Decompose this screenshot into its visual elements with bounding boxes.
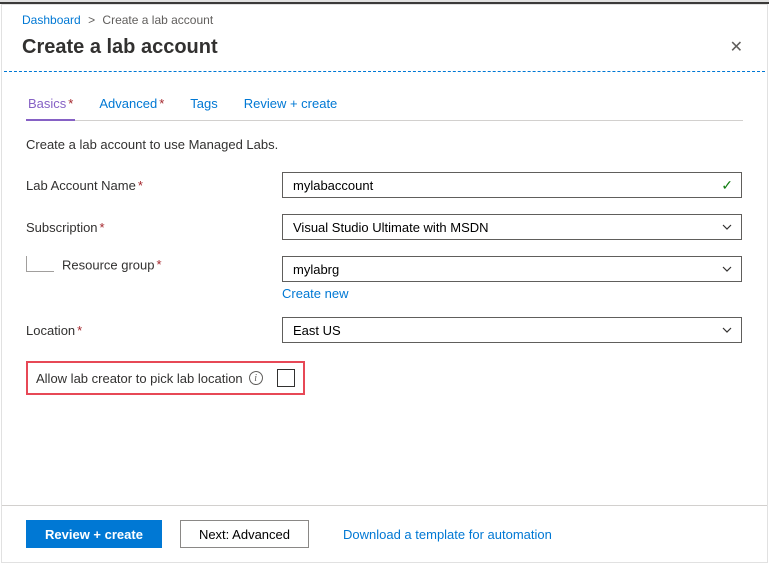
tab-tags[interactable]: Tags bbox=[188, 90, 219, 121]
allow-pick-location-checkbox[interactable] bbox=[277, 369, 295, 387]
lab-account-name-input-wrap[interactable]: ✓ bbox=[282, 172, 742, 198]
subscription-select[interactable] bbox=[282, 214, 742, 240]
tree-connector-icon bbox=[26, 256, 54, 272]
required-indicator: * bbox=[68, 96, 73, 111]
breadcrumb-separator: > bbox=[88, 13, 95, 27]
lab-account-name-input[interactable] bbox=[291, 177, 721, 194]
label-location: Location* bbox=[26, 323, 282, 338]
divider-dashed bbox=[4, 71, 765, 72]
allow-pick-location-highlight: Allow lab creator to pick lab location i bbox=[26, 361, 305, 395]
label-allow-pick-location: Allow lab creator to pick lab location bbox=[36, 371, 243, 386]
subscription-value bbox=[291, 219, 721, 236]
info-icon[interactable]: i bbox=[249, 371, 263, 385]
tabs: Basics* Advanced* Tags Review + create bbox=[26, 90, 743, 121]
label-resource-group: Resource group* bbox=[26, 256, 282, 276]
label-subscription: Subscription* bbox=[26, 220, 282, 235]
chevron-down-icon bbox=[721, 263, 733, 275]
main-panel: Dashboard > Create a lab account Create … bbox=[1, 4, 768, 563]
breadcrumb-dashboard[interactable]: Dashboard bbox=[22, 13, 81, 27]
chevron-down-icon bbox=[721, 324, 733, 336]
check-icon: ✓ bbox=[721, 177, 733, 194]
tab-basics-label: Basics bbox=[28, 96, 66, 111]
resource-group-value bbox=[291, 261, 721, 278]
chevron-down-icon bbox=[721, 221, 733, 233]
description-text: Create a lab account to use Managed Labs… bbox=[26, 137, 743, 152]
tab-advanced[interactable]: Advanced* bbox=[97, 90, 166, 121]
tab-review-create[interactable]: Review + create bbox=[242, 90, 340, 121]
location-select[interactable] bbox=[282, 317, 742, 343]
close-icon: ✕ bbox=[730, 39, 743, 56]
create-new-link[interactable]: Create new bbox=[282, 286, 348, 301]
page-title: Create a lab account bbox=[22, 36, 218, 59]
breadcrumb-current: Create a lab account bbox=[102, 13, 213, 27]
breadcrumb: Dashboard > Create a lab account bbox=[2, 5, 767, 31]
tab-advanced-label: Advanced bbox=[99, 96, 157, 111]
tab-basics[interactable]: Basics* bbox=[26, 90, 75, 121]
resource-group-select[interactable] bbox=[282, 256, 742, 282]
label-lab-account-name: Lab Account Name* bbox=[26, 178, 282, 193]
close-button[interactable]: ✕ bbox=[726, 33, 747, 61]
required-indicator: * bbox=[159, 96, 164, 111]
location-value bbox=[291, 322, 721, 339]
download-template-link[interactable]: Download a template for automation bbox=[343, 527, 552, 542]
footer-bar: Review + create Next: Advanced Download … bbox=[2, 505, 767, 562]
